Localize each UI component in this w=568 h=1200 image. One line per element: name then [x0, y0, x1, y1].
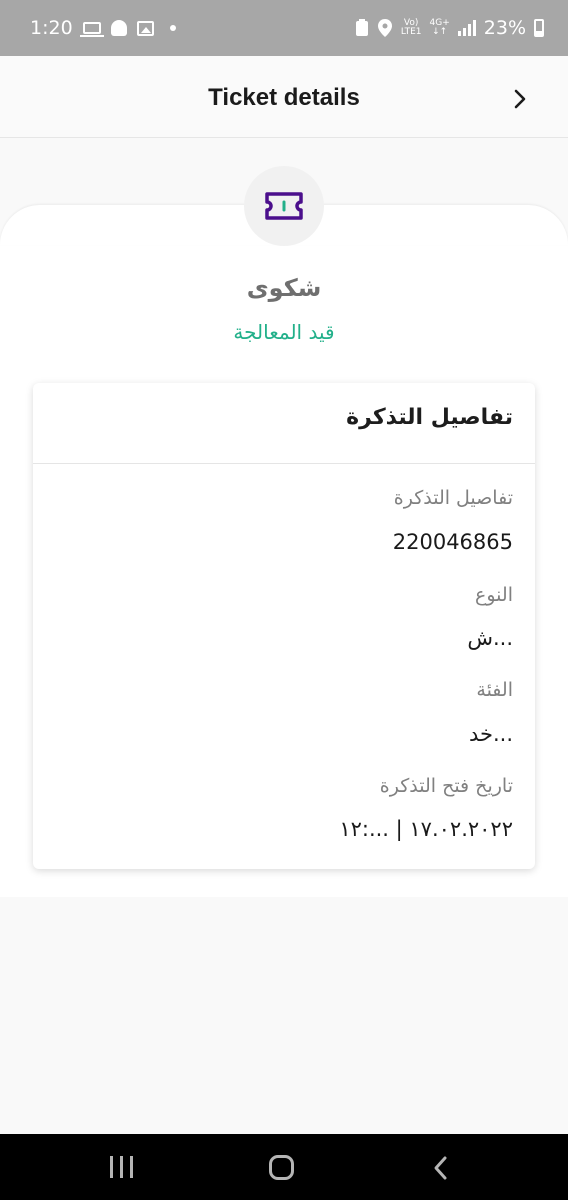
ticket-open-date-label: تاريخ فتح التذكرة [379, 775, 513, 797]
divider [33, 463, 535, 464]
laptop-icon [79, 22, 104, 37]
ticket-type: شكوى [246, 274, 322, 302]
ticket-number-value: 220046865 [392, 530, 513, 554]
ticket-category-label: الفئة [476, 679, 513, 701]
chevron-right-icon[interactable] [510, 89, 530, 109]
ticket-icon [265, 192, 303, 220]
status-time: 1:20 [30, 17, 73, 39]
battery-icon [534, 19, 544, 37]
gallery-icon [136, 20, 154, 36]
snapchat-icon [110, 20, 127, 36]
recents-icon[interactable] [110, 1156, 133, 1178]
home-icon[interactable] [269, 1155, 294, 1180]
data-indicator: 4G+ ↓↑ [429, 18, 450, 37]
back-icon[interactable] [430, 1155, 452, 1181]
signal-icon [457, 20, 476, 36]
app-header: Ticket details [0, 56, 568, 138]
volte-indicator: Vo) LTE1 [400, 18, 422, 37]
system-nav-bar [0, 1134, 568, 1200]
battery-percent: 23% [483, 17, 526, 39]
location-icon [377, 19, 392, 37]
details-card-title: تفاصيل التذكرة [346, 405, 513, 430]
ticket-details-card: تفاصيل التذكرة تفاصيل التذكرة 220046865 … [33, 383, 535, 869]
page-title: Ticket details [208, 84, 360, 111]
battery-saver-icon [355, 19, 368, 36]
ticket-type-value: ش... [467, 626, 513, 650]
ticket-status: قيد المعالجة [233, 320, 335, 344]
ticket-category-value: خد... [468, 722, 513, 746]
more-notifications-icon [169, 25, 176, 31]
ticket-icon-badge [244, 166, 324, 246]
status-bar: 1:20 Vo) LTE1 4G+ ↓↑ 23% [0, 0, 568, 56]
ticket-number-label: تفاصيل التذكرة [393, 487, 513, 509]
ticket-open-date-value: ١٧.٠٢.٢٠٢٢ | ...:١٢ [339, 817, 513, 841]
ticket-type-label: النوع [475, 584, 513, 606]
